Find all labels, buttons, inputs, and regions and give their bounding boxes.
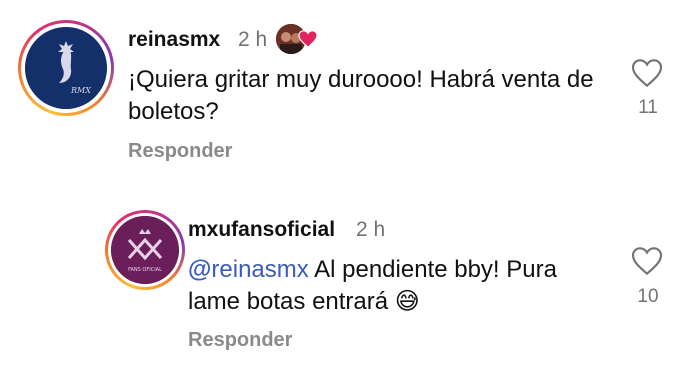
avatar: RMX [25, 27, 107, 109]
comment-text: @reinasmx Al pendiente bby! Pura lame bo… [188, 256, 557, 315]
like-count: 10 [637, 286, 659, 307]
like-count: 11 [638, 97, 658, 118]
comment-username[interactable]: mxufansoficial [188, 218, 335, 242]
heart-outline-icon[interactable] [631, 58, 663, 88]
avatar: FANS OFICIAL [111, 216, 179, 284]
heart-filled-icon [298, 30, 318, 48]
comment-username[interactable]: reinasmx [128, 28, 220, 52]
svg-text:FANS OFICIAL: FANS OFICIAL [128, 267, 162, 273]
avatar-story-ring[interactable]: RMX [18, 20, 114, 116]
threads-at-icon: @ [188, 256, 212, 283]
comment-timestamp: 2 h [356, 218, 386, 241]
reply-comment-item: FANS OFICIAL mxufansoficial 2 h @reinasm… [0, 190, 700, 385]
heart-outline-icon[interactable] [631, 246, 663, 276]
mention-link[interactable]: @reinasmx [188, 256, 309, 283]
svg-text:RMX: RMX [70, 86, 91, 95]
comment-item: RMX reinasmx 2 h ¡Quiera gritar muy duro… [0, 0, 700, 190]
comment-text: ¡Quiera gritar muy duroooo! Habrá venta … [128, 66, 594, 125]
reply-button[interactable]: Responder [188, 329, 292, 352]
reply-button[interactable]: Responder [128, 140, 232, 163]
comment-timestamp: 2 h [238, 28, 268, 51]
avatar-story-ring[interactable]: FANS OFICIAL [105, 210, 185, 290]
